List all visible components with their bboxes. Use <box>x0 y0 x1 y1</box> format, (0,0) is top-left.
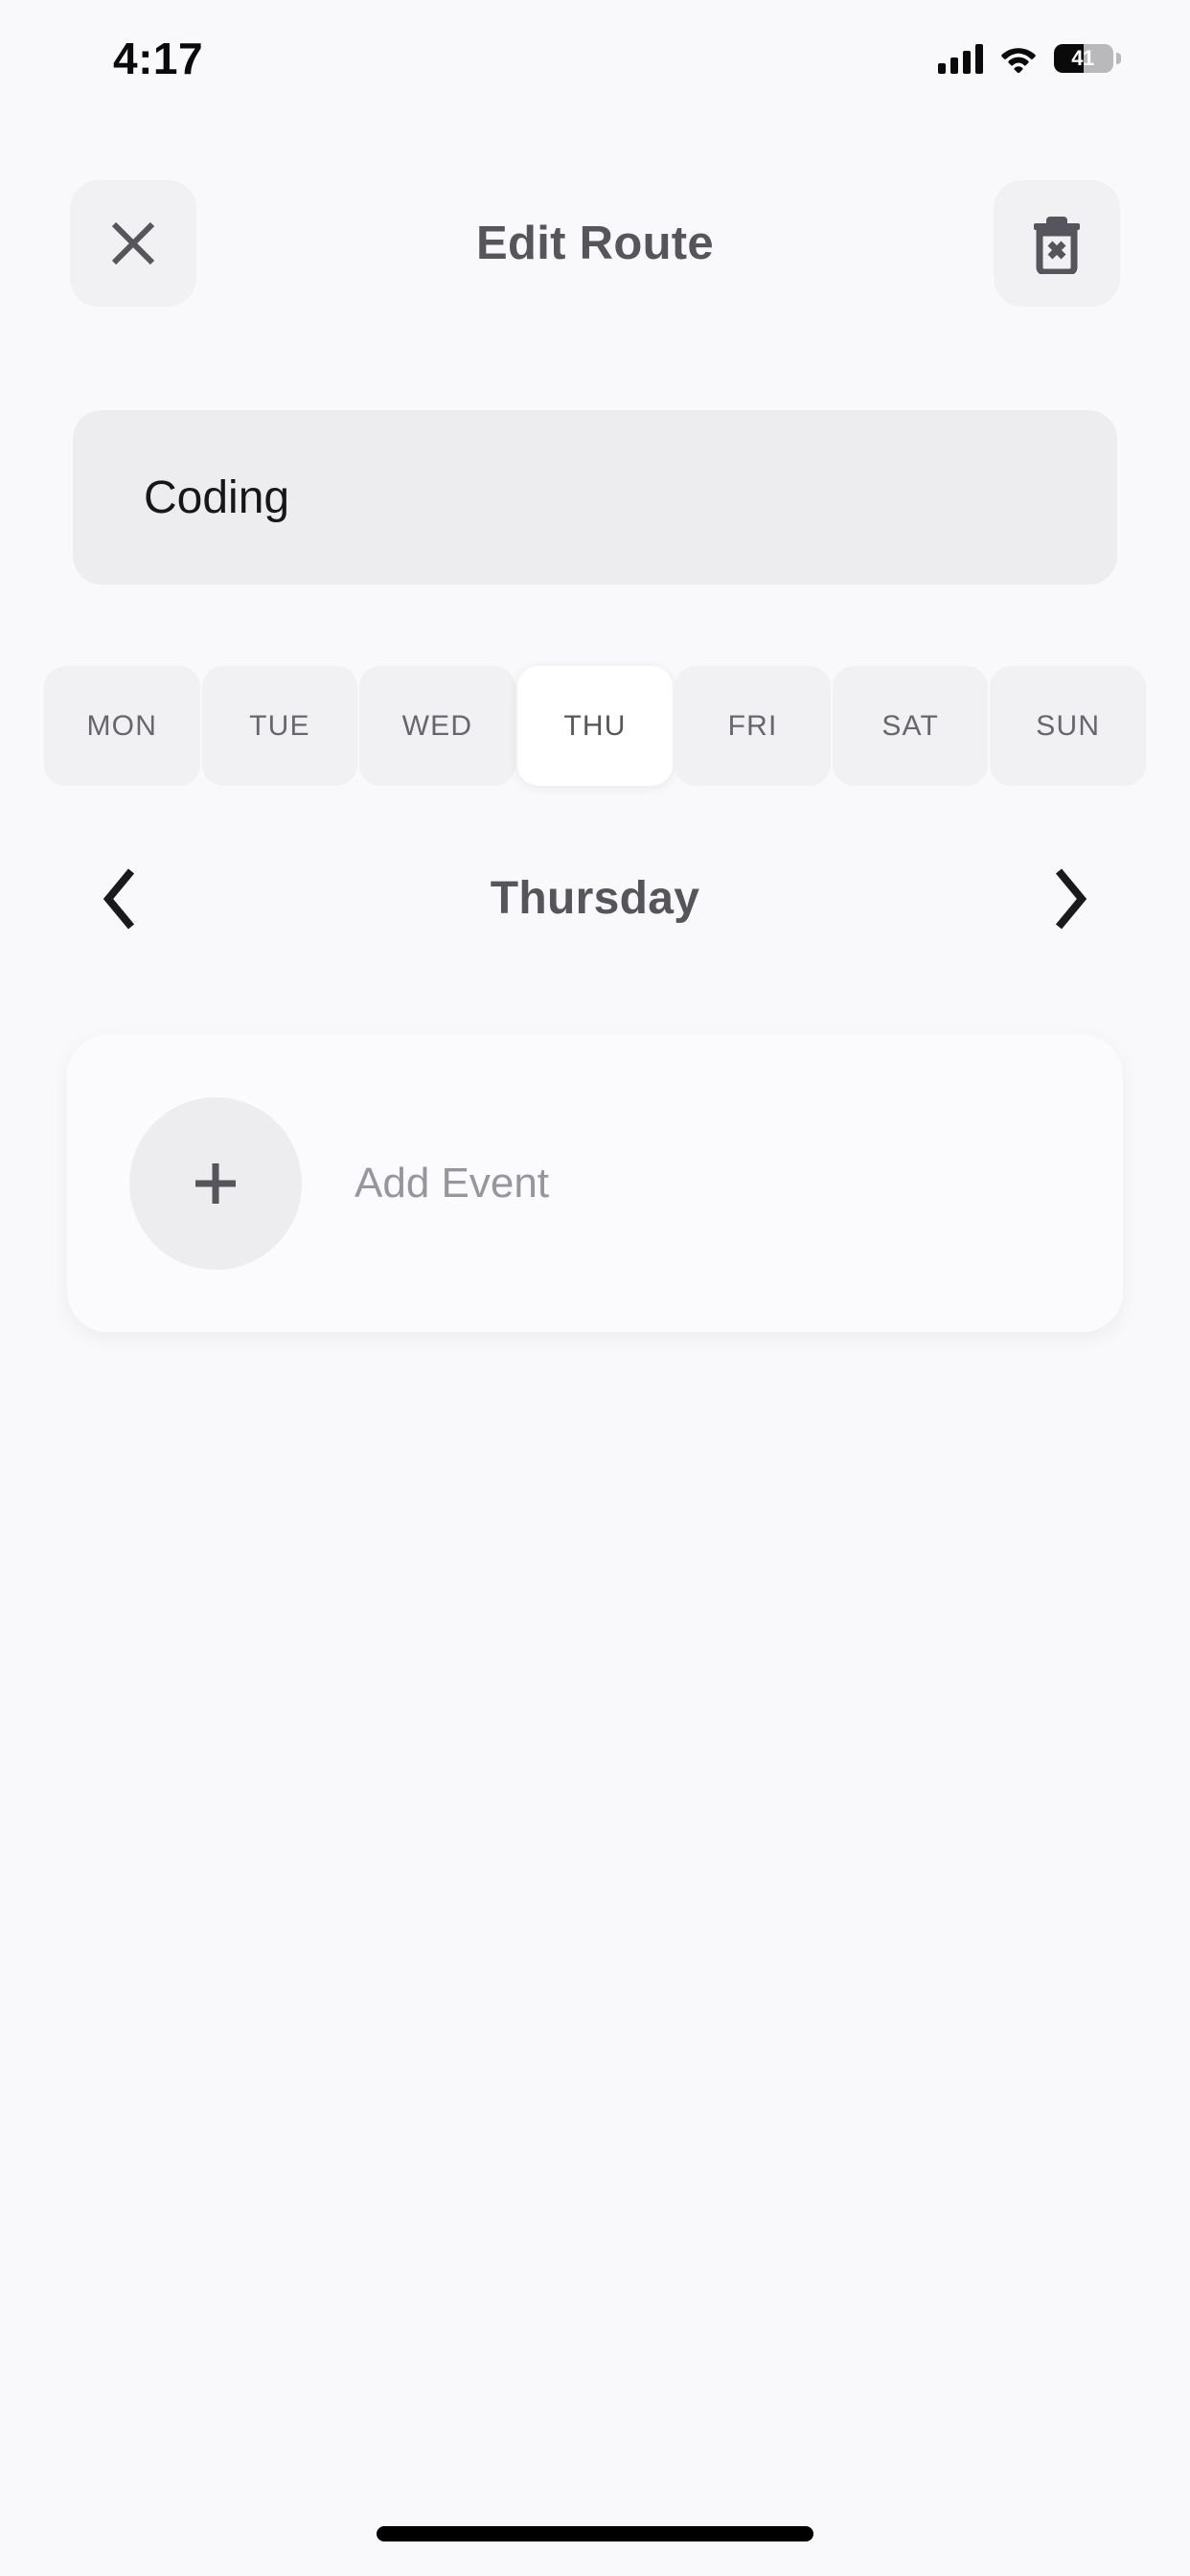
add-event-label: Add Event <box>355 1160 550 1207</box>
battery-icon: 41 <box>1054 44 1121 73</box>
page-header: Edit Route <box>0 180 1190 307</box>
status-bar-time: 4:17 <box>113 34 204 83</box>
trash-delete-icon <box>1034 217 1080 274</box>
day-tab-fri[interactable]: FRI <box>675 666 831 786</box>
add-event-card[interactable]: Add Event <box>67 1035 1123 1332</box>
day-tab-label: FRI <box>727 709 778 742</box>
battery-cap <box>1116 53 1121 64</box>
day-selector-tabs: MON TUE WED THU FRI SAT SUN <box>44 666 1147 786</box>
route-name-value: Coding <box>144 472 290 523</box>
previous-day-button[interactable] <box>81 856 158 942</box>
day-tab-thu[interactable]: THU <box>516 666 674 786</box>
next-day-button[interactable] <box>1032 856 1109 942</box>
battery-body: 41 <box>1054 44 1113 73</box>
status-bar-indicators: 41 <box>938 43 1121 74</box>
chevron-left-icon <box>103 867 135 930</box>
delete-route-button[interactable] <box>994 180 1120 307</box>
close-icon <box>111 221 155 265</box>
plus-icon <box>195 1163 236 1204</box>
close-button[interactable] <box>70 180 196 307</box>
day-tab-label: WED <box>401 709 473 742</box>
day-tab-label: THU <box>563 709 627 742</box>
day-tab-label: TUE <box>249 709 310 742</box>
day-tab-tue[interactable]: TUE <box>201 666 358 786</box>
day-tab-sun[interactable]: SUN <box>990 666 1147 786</box>
day-tab-sat[interactable]: SAT <box>832 666 989 786</box>
day-tab-label: SAT <box>881 709 940 742</box>
day-tab-label: MON <box>86 709 158 742</box>
wifi-icon <box>1001 48 1036 73</box>
day-tab-mon[interactable]: MON <box>44 666 200 786</box>
day-tab-label: SUN <box>1036 709 1101 742</box>
battery-level-text: 41 <box>1071 46 1094 70</box>
day-navigation: Thursday <box>57 839 1133 958</box>
phone-screen: 4:17 41 Edit Route Coding MON TUE WED TH… <box>0 0 1190 2576</box>
chevron-right-icon <box>1055 867 1087 930</box>
cellular-signal-icon <box>938 43 983 74</box>
add-event-icon-circle <box>129 1097 302 1270</box>
page-title: Edit Route <box>476 218 714 269</box>
home-indicator[interactable] <box>377 2526 813 2542</box>
status-bar: 4:17 41 <box>0 0 1190 107</box>
current-day-label: Thursday <box>490 873 700 924</box>
route-name-input[interactable]: Coding <box>73 410 1117 585</box>
day-tab-wed[interactable]: WED <box>359 666 515 786</box>
